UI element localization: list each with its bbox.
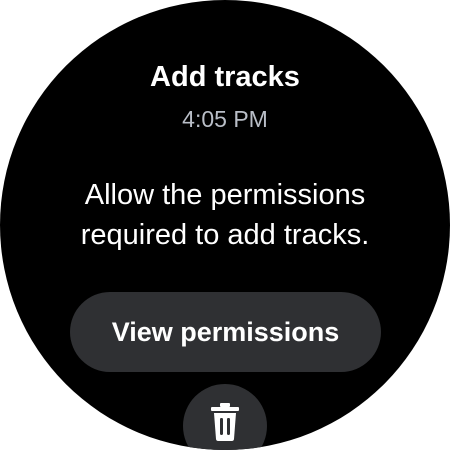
watch-face: Add tracks 4:05 PM Allow the permissions… [0, 0, 450, 450]
dialog-message: Allow the permissions required to add tr… [80, 179, 370, 251]
dialog-title: Add tracks [150, 61, 300, 93]
view-permissions-button[interactable]: View permissions [70, 292, 381, 372]
time-display: 4:05 PM [182, 106, 268, 132]
delete-button[interactable] [183, 384, 267, 450]
trash-icon [211, 403, 239, 441]
view-permissions-label: View permissions [111, 316, 340, 347]
